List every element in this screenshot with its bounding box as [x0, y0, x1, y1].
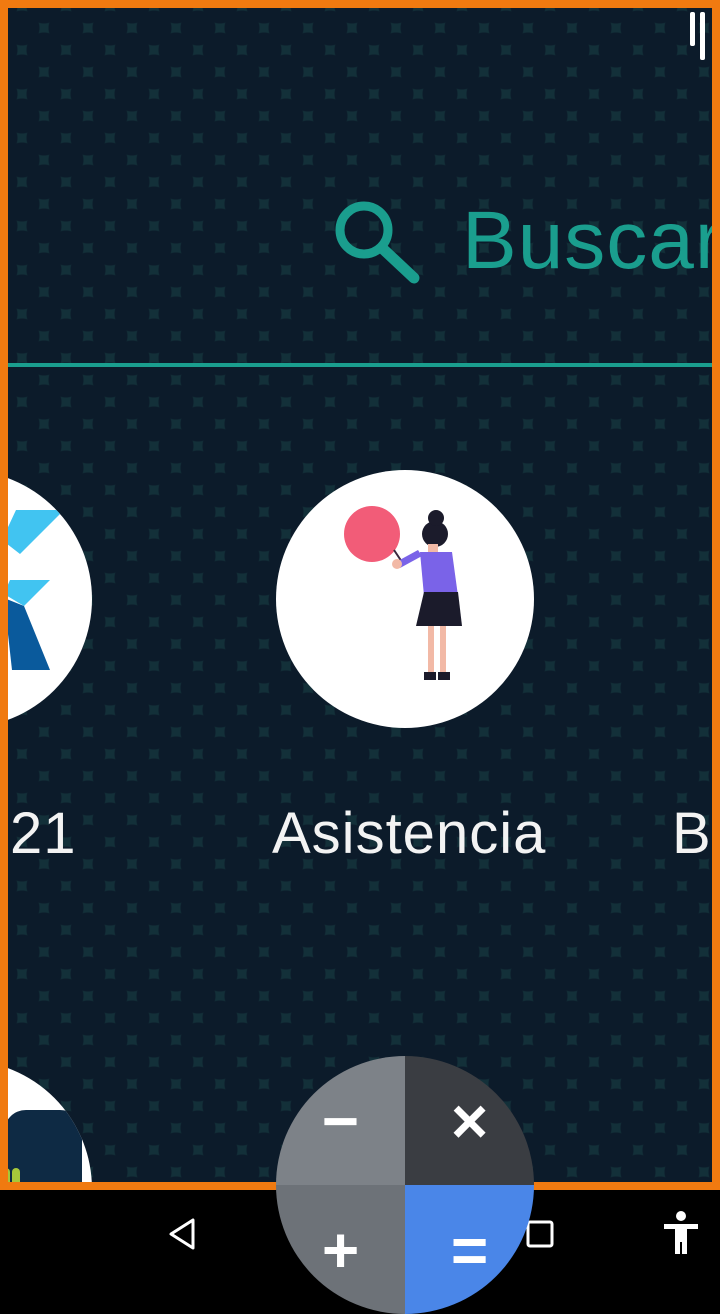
search-divider — [8, 363, 712, 367]
back-button[interactable] — [160, 1212, 204, 1256]
search-icon — [335, 201, 420, 284]
calculator-floating-button[interactable]: − × + = — [276, 1056, 534, 1314]
search-bar[interactable]: Buscar — [330, 198, 720, 284]
multiply-label: × — [450, 1084, 489, 1157]
status-bar-indicator — [690, 12, 695, 46]
status-bar-indicator — [700, 12, 705, 60]
equals-key[interactable]: = — [405, 1185, 534, 1314]
plus-label: + — [321, 1213, 360, 1286]
woman-with-balloon-icon — [344, 506, 462, 680]
accessibility-button[interactable] — [656, 1208, 706, 1258]
search-label: Buscar — [462, 195, 720, 286]
plus-key[interactable]: + — [276, 1185, 405, 1314]
app-label: 21 — [10, 801, 77, 866]
home-screen: Buscar 21 Asistencia Ba — [0, 0, 720, 1190]
app-icon-asistencia[interactable] — [276, 470, 534, 728]
minus-key[interactable]: − — [276, 1056, 405, 1185]
accessibility-icon — [664, 1211, 698, 1254]
minus-label: − — [321, 1084, 360, 1157]
multiply-key[interactable]: × — [405, 1056, 534, 1185]
app-label: Asistencia — [272, 801, 547, 866]
back-icon — [169, 1218, 195, 1250]
app-label: Ba — [672, 801, 720, 866]
equals-label: = — [450, 1213, 489, 1286]
